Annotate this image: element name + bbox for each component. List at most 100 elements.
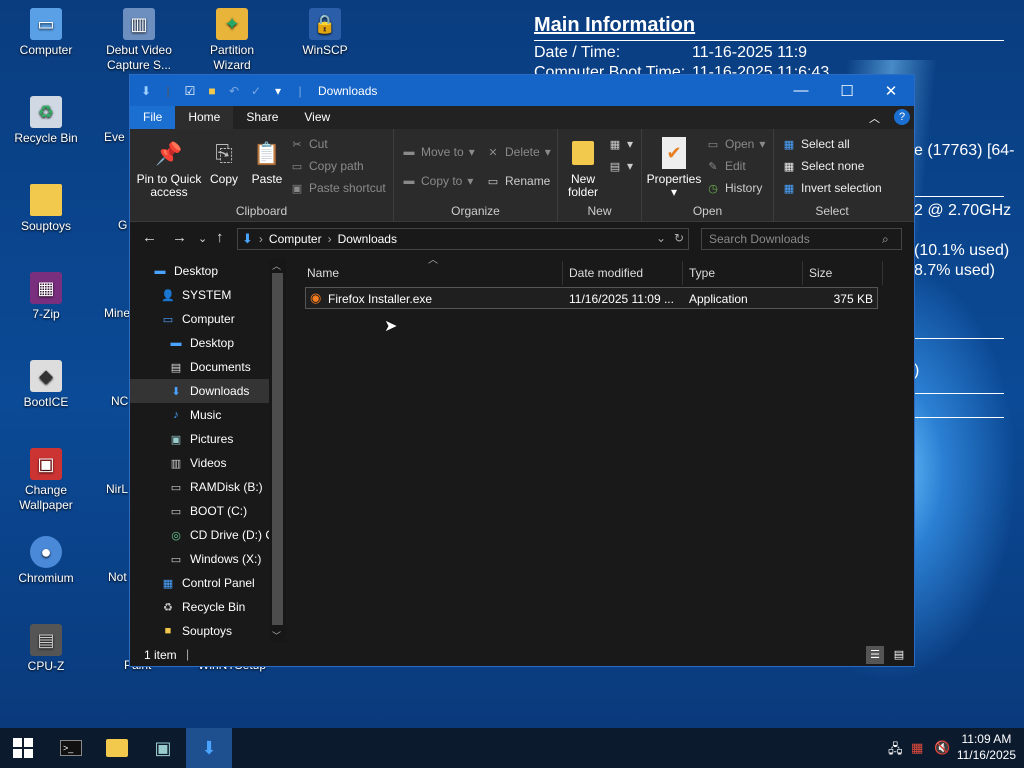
desktop-icon-cpuz[interactable]: ▤ CPU-Z [4, 624, 88, 674]
paste-shortcut-button[interactable]: ▣ Paste shortcut [290, 181, 386, 195]
nav-item-desktop[interactable]: ▬ Desktop [152, 259, 219, 283]
history-button[interactable]: ◷ History [706, 181, 762, 195]
collapse-ribbon-icon[interactable]: ︿ [869, 110, 880, 126]
file-row[interactable]: ◉ Firefox Installer.exe 11/16/2025 11:09… [305, 287, 878, 309]
group-label: Select [815, 204, 849, 218]
delete-button[interactable]: ✕ Delete ▾ [486, 145, 550, 159]
nav-item-desktop[interactable]: ▬ Desktop [168, 331, 235, 355]
copy-to-button[interactable]: ▬ Copy to ▾ [402, 174, 474, 188]
file-name: Firefox Installer.exe [328, 292, 433, 306]
clipboard-icon: 📋 [253, 140, 281, 166]
new-folder-button[interactable]: New folder [562, 137, 604, 199]
desktop-icon-change-wallpaper[interactable]: ▣ Change Wallpaper [4, 448, 88, 513]
nav-item-souptoys[interactable]: ■ Souptoys [160, 619, 232, 643]
partition-wizard-icon: ✦ [216, 8, 248, 40]
downloads-icon: ⬇ [171, 385, 181, 398]
redo-icon[interactable]: ✓ [248, 83, 264, 99]
desktop-icon-7zip[interactable]: ▦ 7-Zip [4, 272, 88, 322]
maximize-button[interactable]: ☐ [824, 75, 870, 106]
nav-scrollbar[interactable]: ︿ ﹀ [269, 259, 286, 642]
nav-item-system[interactable]: 👤 SYSTEM [160, 283, 231, 307]
copy-path-button[interactable]: ▭ Copy path [290, 159, 364, 173]
desktop-icon-chromium[interactable]: ● Chromium [4, 536, 88, 586]
details-view-icon[interactable]: ☰ [866, 646, 884, 664]
invert-selection-button[interactable]: ▦ Invert selection [782, 181, 882, 195]
tab-share[interactable]: Share [233, 106, 291, 129]
nav-item-ramdisk-b[interactable]: ▭ RAMDisk (B:) [168, 475, 263, 499]
recent-locations-icon[interactable]: ⌄ [198, 232, 207, 245]
desktop-icon-recycle-bin[interactable]: ♻ Recycle Bin [4, 96, 88, 146]
back-arrow-icon[interactable]: ← [142, 229, 157, 246]
pin-icon: 📌 [155, 140, 183, 166]
open-button[interactable]: ▭ Open ▾ [706, 137, 766, 151]
tab-file[interactable]: File [130, 106, 176, 129]
nav-item-control-panel[interactable]: ▦ Control Panel [160, 571, 255, 595]
desktop-icon-bootice[interactable]: ◆ BootICE [4, 360, 88, 410]
minimize-button[interactable]: — [778, 75, 824, 106]
properties-button[interactable]: ✔ Properties ▾ [646, 137, 702, 199]
refresh-icon[interactable]: ↻ [674, 231, 684, 245]
taskbar-downloads-window[interactable]: ⬇ [186, 728, 232, 768]
taskbar-app[interactable]: ▣ [140, 728, 186, 768]
taskbar-command-prompt[interactable]: >_ [48, 728, 94, 768]
cut-button[interactable]: ✂ Cut [290, 137, 327, 151]
scroll-down-icon[interactable]: ﹀ [272, 629, 281, 642]
paste-button[interactable]: 📋 Paste [247, 137, 287, 186]
help-icon[interactable]: ? [894, 109, 910, 125]
nav-item-videos[interactable]: ▥ Videos [168, 451, 227, 475]
edit-button[interactable]: ✎ Edit [706, 159, 745, 173]
address-dropdown-icon[interactable]: ⌄ [656, 231, 666, 245]
network-icon[interactable]: 🖧 [888, 740, 903, 762]
nav-item-cd-drive-d-c[interactable]: ◎ CD Drive (D:) C [168, 523, 274, 547]
nav-item-computer[interactable]: ▭ Computer [160, 307, 235, 331]
copy-button[interactable]: ⎘ Copy [206, 137, 242, 186]
tab-view[interactable]: View [291, 106, 343, 129]
rename-button[interactable]: ▭ Rename [486, 174, 551, 188]
scroll-thumb[interactable] [272, 273, 283, 625]
properties-icon[interactable]: ☑ [182, 83, 198, 99]
nav-item-pictures[interactable]: ▣ Pictures [168, 427, 234, 451]
scroll-up-icon[interactable]: ︿ [272, 259, 281, 272]
desktop-icon-debut[interactable]: ▥ Debut Video Capture S... [97, 8, 181, 73]
column-header-type[interactable]: Type [683, 261, 803, 285]
desktop-icon-souptoys[interactable]: Souptoys [4, 184, 88, 234]
column-header-name[interactable]: Name [301, 261, 563, 285]
nav-item-music[interactable]: ♪ Music [168, 403, 221, 427]
desktop-icon-partition-wizard[interactable]: ✦ Partition Wizard [190, 8, 274, 73]
new-item-button[interactable]: ▦ ▾ [608, 137, 633, 151]
column-header-size[interactable]: Size [803, 261, 883, 285]
clipboard-group: 📌 Pin to Quick access ⎘ Copy 📋 Paste ✂ Cu… [130, 129, 394, 222]
select-none-button[interactable]: ▦ Select none [782, 159, 865, 173]
nav-item-boot-c[interactable]: ▭ BOOT (C:) [168, 499, 247, 523]
tab-home[interactable]: Home [175, 106, 234, 129]
new-folder-icon[interactable]: ■ [204, 83, 220, 99]
taskbar-file-explorer[interactable] [94, 728, 140, 768]
clock[interactable]: 11:09 AM 11/16/2025 [957, 731, 1016, 763]
nav-item-recycle-bin[interactable]: ♻ Recycle Bin [160, 595, 245, 619]
pin-quick-access-button[interactable]: 📌 Pin to Quick access [136, 137, 202, 199]
large-icons-view-icon[interactable]: ▤ [890, 646, 908, 664]
up-arrow-icon[interactable]: ↑ [216, 229, 224, 246]
address-bar[interactable]: ⬇ › Computer › Downloads ⌄ ↻ [237, 228, 689, 250]
select-all-button[interactable]: ▦ Select all [782, 137, 850, 151]
column-header-date[interactable]: Date modified [563, 261, 683, 285]
nav-item-documents[interactable]: ▤ Documents [168, 355, 251, 379]
nav-item-downloads[interactable]: ⬇ Downloads [130, 379, 270, 403]
title-bar[interactable]: ⬇ | ☑ ■ ↶ ✓ ▾ | Downloads — ☐ ✕ [130, 75, 914, 106]
easy-access-button[interactable]: ▤ ▾ [608, 159, 633, 173]
undo-icon[interactable]: ↶ [226, 83, 242, 99]
breadcrumb-downloads[interactable]: Downloads [338, 232, 397, 246]
breadcrumb-computer[interactable]: Computer [269, 232, 322, 246]
volume-muted-icon[interactable]: 🔇 [934, 740, 950, 756]
customize-dropdown-icon[interactable]: ▾ [270, 83, 286, 99]
close-button[interactable]: ✕ [868, 75, 914, 106]
search-input[interactable]: Search Downloads [701, 228, 902, 250]
desktop-icon-winscp[interactable]: 🔒 WinSCP [283, 8, 367, 58]
nav-item-windows-x[interactable]: ▭ Windows (X:) [168, 547, 262, 571]
system-info-panel: Main Information Date / Time: 11-16-2025 … [534, 14, 1004, 83]
forward-arrow-icon[interactable]: → [172, 229, 187, 246]
display-icon[interactable]: ▦ [911, 740, 923, 756]
move-to-button[interactable]: ▬ Move to ▾ [402, 145, 475, 159]
desktop-icon-computer[interactable]: ▭ Computer [4, 8, 88, 58]
start-button[interactable] [0, 728, 46, 768]
